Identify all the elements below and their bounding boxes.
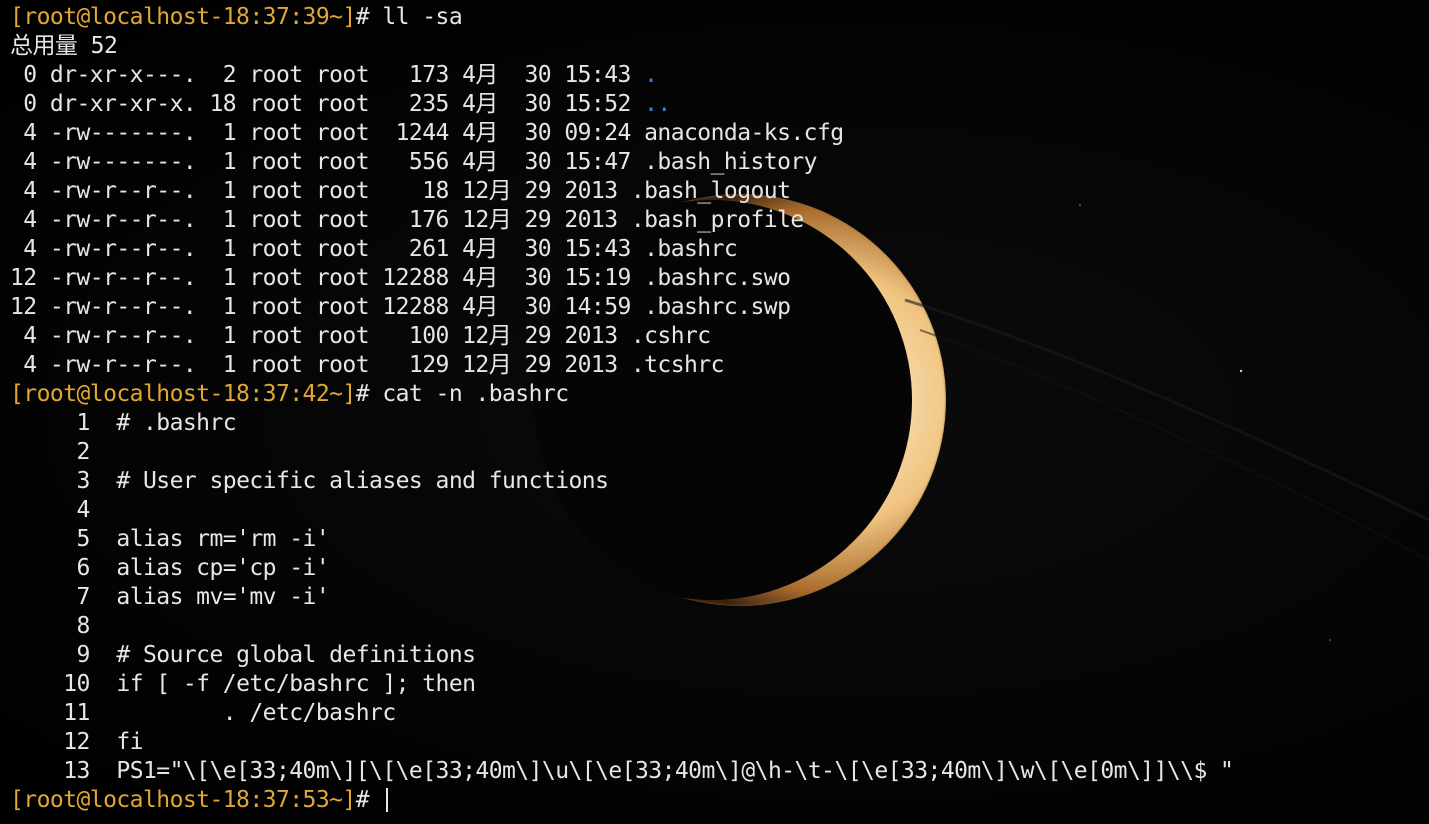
output-text: 8	[10, 613, 90, 639]
shell-prompt: [root@localhost-18:37:39~]	[10, 4, 356, 30]
output-text: 1 # .bashrc	[10, 410, 237, 436]
terminal-line: [root@localhost-18:37:42~]# cat -n .bash…	[10, 380, 1233, 409]
terminal-line: 6 alias cp='cp -i'	[10, 554, 1233, 583]
terminal-line: 12 fi	[10, 728, 1233, 757]
text-cursor	[386, 788, 389, 812]
output-text: 4	[10, 497, 90, 523]
terminal-line: 4 -rw-------. 1 root root 1244 4月 30 09:…	[10, 119, 1233, 148]
shell-prompt: [root@localhost-18:37:42~]	[10, 381, 356, 407]
command-text: # ll -sa	[355, 4, 463, 30]
terminal-line: 4 -rw-r--r--. 1 root root 176 12月 29 201…	[10, 206, 1233, 235]
output-text: 6 alias cp='cp -i'	[10, 555, 330, 581]
terminal-line: 12 -rw-r--r--. 1 root root 12288 4月 30 1…	[10, 293, 1233, 322]
output-text: 2	[10, 439, 90, 465]
terminal-line: 8	[10, 612, 1233, 641]
terminal-line: 2	[10, 438, 1233, 467]
output-text: 12 -rw-r--r--. 1 root root 12288 4月 30 1…	[10, 294, 791, 320]
terminal-line: 3 # User specific aliases and functions	[10, 467, 1233, 496]
output-text: 5 alias rm='rm -i'	[10, 526, 330, 552]
output-text: 4 -rw-r--r--. 1 root root 261 4月 30 15:4…	[10, 236, 738, 262]
output-text: 12 -rw-r--r--. 1 root root 12288 4月 30 1…	[10, 265, 791, 291]
command-input[interactable]: #	[356, 787, 383, 813]
terminal-line: 10 if [ -f /etc/bashrc ]; then	[10, 670, 1233, 699]
terminal-line: 4 -rw-r--r--. 1 root root 261 4月 30 15:4…	[10, 235, 1233, 264]
terminal-line: 4	[10, 496, 1233, 525]
listing-entry: 0 dr-xr-x---. 2 root root 173 4月 30 15:4…	[10, 62, 645, 88]
terminal-window[interactable]: [root@localhost-18:37:39~]# ll -sa 总用量 52…	[0, 0, 1429, 824]
terminal-line: 13 PS1="\[\e[33;40m\][\[\e[33;40m\]\u\[\…	[10, 757, 1234, 786]
terminal-line: 总用量 52	[10, 32, 1233, 61]
terminal-line: 4 -rw-r--r--. 1 root root 100 12月 29 201…	[10, 322, 1233, 351]
listing-entry: 0 dr-xr-xr-x. 18 root root 235 4月 30 15:…	[10, 91, 645, 117]
output-text: 11 . /etc/bashrc	[10, 700, 396, 726]
output-text: 4 -rw-r--r--. 1 root root 129 12月 29 201…	[10, 352, 724, 378]
output-text: 9 # Source global definitions	[10, 642, 476, 668]
output-text: 4 -rw-r--r--. 1 root root 18 12月 29 2013…	[10, 178, 791, 204]
output-text: 总用量 52	[10, 33, 118, 59]
terminal-line: 4 -rw-r--r--. 1 root root 18 12月 29 2013…	[10, 177, 1233, 206]
output-text: 4 -rw-------. 1 root root 556 4月 30 15:4…	[10, 149, 817, 175]
terminal-line: 11 . /etc/bashrc	[10, 699, 1233, 728]
output-text: 4 -rw-------. 1 root root 1244 4月 30 09:…	[10, 120, 844, 146]
output-text: 4 -rw-r--r--. 1 root root 100 12月 29 201…	[10, 323, 711, 349]
output-text: 10 if [ -f /etc/bashrc ]; then	[10, 671, 476, 697]
output-text: 7 alias mv='mv -i'	[10, 584, 330, 610]
directory-name: ..	[644, 91, 671, 117]
terminal-line: 4 -rw-r--r--. 1 root root 129 12月 29 201…	[10, 351, 1233, 380]
terminal-line: 7 alias mv='mv -i'	[10, 583, 1233, 612]
terminal-line: 4 -rw-------. 1 root root 556 4月 30 15:4…	[10, 148, 1233, 177]
directory-name: .	[644, 62, 658, 88]
output-text: 12 fi	[10, 729, 143, 755]
output-text: 3 # User specific aliases and functions	[10, 468, 609, 494]
terminal-line: 9 # Source global definitions	[10, 641, 1233, 670]
terminal-line: 5 alias rm='rm -i'	[10, 525, 1233, 554]
terminal-output: [root@localhost-18:37:39~]# ll -sa 总用量 52…	[10, 3, 1234, 815]
terminal-line: [root@localhost-18:37:39~]# ll -sa	[10, 3, 1233, 32]
terminal-line: 12 -rw-r--r--. 1 root root 12288 4月 30 1…	[10, 264, 1233, 293]
output-text: 4 -rw-r--r--. 1 root root 176 12月 29 201…	[10, 207, 804, 233]
output-text: 13 PS1="\[\e[33;40m\][\[\e[33;40m\]\u\[\…	[10, 758, 1234, 784]
terminal-line: 0 dr-xr-xr-x. 18 root root 235 4月 30 15:…	[10, 90, 1233, 119]
terminal-line: [root@localhost-18:37:53~]#	[10, 786, 1233, 815]
terminal-line: 0 dr-xr-x---. 2 root root 173 4月 30 15:4…	[10, 61, 1233, 90]
shell-prompt: [root@localhost-18:37:53~]	[10, 787, 356, 813]
command-text: # cat -n .bashrc	[355, 381, 569, 407]
terminal-line: 1 # .bashrc	[10, 409, 1233, 438]
